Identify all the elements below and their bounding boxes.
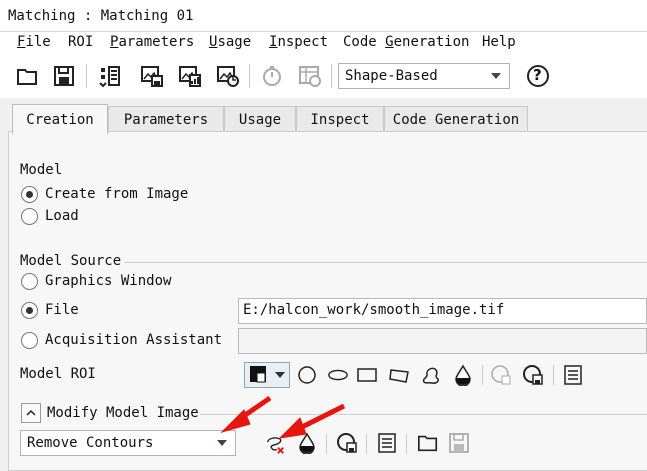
model-roi-label: Model ROI (20, 366, 96, 382)
modify-separator (366, 434, 367, 454)
menu-bar: File ROI Parameters Usage Inspect Code G… (0, 32, 647, 54)
menu-help[interactable]: Help (482, 34, 516, 50)
circle-icon[interactable] (296, 364, 318, 386)
remove-contour-icon[interactable] (264, 432, 288, 456)
model-source-heading: Model Source (20, 253, 122, 269)
draw-mode-button[interactable] (244, 362, 290, 388)
chevron-down-icon (491, 73, 501, 79)
acquisition-input[interactable] (238, 328, 647, 354)
toolbar-separator (86, 64, 87, 88)
image-refresh-icon[interactable] (214, 62, 242, 90)
droplet-icon[interactable] (296, 432, 318, 454)
file-path-input[interactable]: E:/halcon_work/smooth_image.tif (238, 298, 647, 324)
window-title: Matching : Matching 01 (8, 8, 194, 24)
droplet-icon[interactable] (452, 364, 474, 386)
radio-load-label[interactable]: Load (45, 208, 79, 224)
roi-add-icon[interactable] (490, 364, 512, 386)
radio-file-label[interactable]: File (45, 302, 79, 318)
toolbar-separator (249, 64, 250, 88)
method-select[interactable]: Shape-Based (338, 63, 510, 89)
toolbar-separator (331, 64, 332, 88)
menu-file[interactable]: File (17, 34, 51, 50)
ellipse-icon[interactable] (326, 364, 350, 386)
menu-usage[interactable]: Usage (209, 34, 251, 50)
modify-select-value: Remove Contours (27, 435, 154, 451)
image-chart-icon[interactable] (176, 62, 204, 90)
rectangle-icon[interactable] (356, 364, 378, 386)
rotated-rectangle-icon[interactable] (388, 364, 410, 386)
method-select-value: Shape-Based (345, 68, 438, 84)
radio-acquisition-assistant[interactable] (21, 332, 38, 349)
tab-parameters[interactable]: Parameters (108, 106, 224, 132)
toolbar: Shape-Based ? (0, 54, 647, 98)
roi-load-icon[interactable] (336, 432, 358, 454)
help-button[interactable]: ? (524, 62, 552, 90)
group-divider (124, 262, 647, 263)
save-icon[interactable] (448, 432, 470, 454)
modify-separator (326, 434, 327, 454)
radio-load[interactable] (21, 208, 38, 225)
open-folder-icon[interactable] (416, 432, 440, 454)
roi-load-icon[interactable] (522, 364, 544, 386)
roi-list-icon[interactable] (562, 364, 584, 386)
modify-model-image-heading: Modify Model Image (47, 405, 199, 421)
radio-graphics-window-label[interactable]: Graphics Window (45, 273, 171, 289)
list-icon[interactable] (376, 432, 398, 454)
menu-inspect[interactable]: Inspect (269, 34, 328, 50)
parameter-list-icon[interactable] (96, 62, 124, 90)
chevron-up-icon (26, 409, 36, 416)
table-clock-icon[interactable] (296, 62, 324, 90)
radio-file[interactable] (21, 302, 38, 319)
model-heading: Model (20, 162, 63, 178)
title-bar: Matching : Matching 01 (0, 0, 647, 32)
stopwatch-icon[interactable] (258, 62, 286, 90)
open-folder-icon[interactable] (14, 62, 42, 90)
draw-mode-icon (250, 366, 285, 383)
radio-acquisition-assistant-label[interactable]: Acquisition Assistant (45, 332, 222, 348)
menu-code-generation[interactable]: Code Generation (343, 34, 469, 50)
tab-inspect[interactable]: Inspect (296, 106, 384, 132)
modify-select[interactable]: Remove Contours (20, 430, 236, 456)
help-label: ? (533, 66, 542, 84)
modify-separator (406, 434, 407, 454)
save-icon[interactable] (50, 62, 78, 90)
menu-roi[interactable]: ROI (68, 34, 93, 50)
group-divider (200, 414, 647, 415)
collapse-modify-button[interactable] (21, 403, 41, 423)
radio-create-from-image-label[interactable]: Create from Image (45, 186, 188, 202)
tab-creation[interactable]: Creation (12, 104, 108, 134)
freeform-icon[interactable] (420, 364, 442, 386)
roi-separator (482, 365, 483, 385)
tab-code-generation[interactable]: Code Generation (384, 106, 528, 132)
radio-graphics-window[interactable] (21, 273, 38, 290)
image-save-icon[interactable] (138, 62, 166, 90)
radio-create-from-image[interactable] (21, 186, 38, 203)
chevron-down-icon (217, 440, 227, 446)
menu-parameters[interactable]: Parameters (110, 34, 194, 50)
tab-usage[interactable]: Usage (224, 106, 296, 132)
roi-separator (553, 365, 554, 385)
